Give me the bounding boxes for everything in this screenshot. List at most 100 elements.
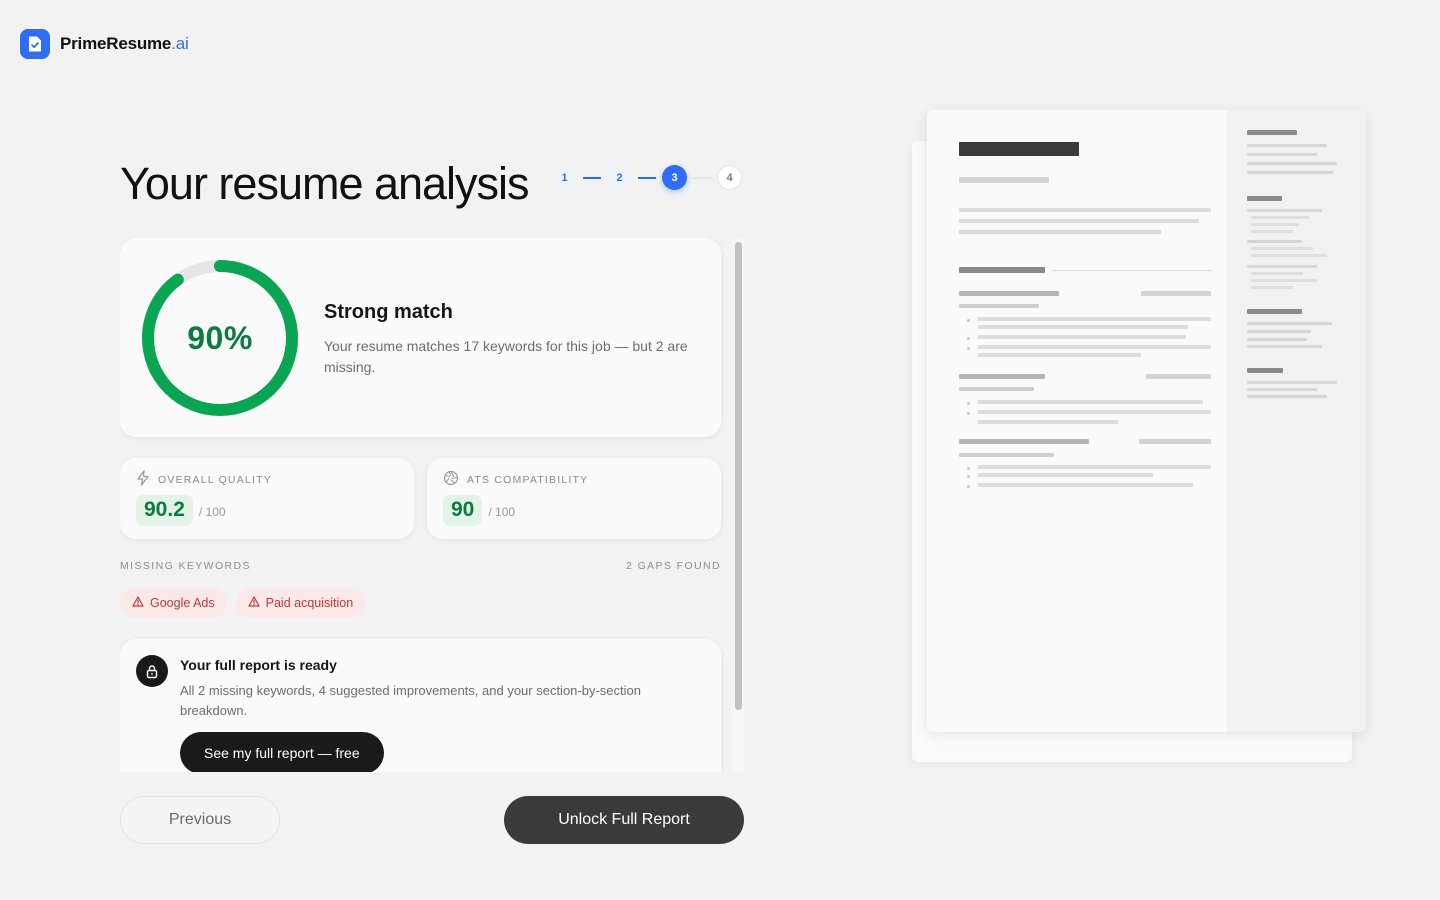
resume-line <box>978 410 1211 414</box>
warning-triangle-icon <box>132 596 144 610</box>
resume-line <box>1247 322 1332 325</box>
ats-compatibility-card: ATS COMPATIBILITY 90 / 100 <box>427 458 721 539</box>
brand-name: PrimeResume.ai <box>60 34 189 53</box>
ats-compatibility-max: / 100 <box>488 505 516 519</box>
resume-line <box>1247 265 1317 268</box>
aperture-icon <box>443 470 459 489</box>
resume-line <box>978 465 1211 469</box>
resume-bullet <box>967 412 970 415</box>
resume-line <box>1251 216 1309 219</box>
resume-line <box>1251 272 1303 275</box>
resume-line <box>1251 286 1293 289</box>
resume-line <box>978 483 1193 487</box>
step-2[interactable]: 2 <box>607 165 632 190</box>
resume-line <box>1139 439 1211 444</box>
resume-line <box>959 387 1034 391</box>
step-3[interactable]: 3 <box>662 165 687 190</box>
lightning-icon <box>136 470 150 489</box>
unlock-full-report-button[interactable]: Unlock Full Report <box>504 796 744 844</box>
resume-sidebar-heading <box>1247 196 1282 201</box>
ats-compatibility-label: ATS COMPATIBILITY <box>443 470 588 489</box>
step-1[interactable]: 1 <box>552 165 577 190</box>
scrollbar-thumb[interactable] <box>735 242 742 710</box>
resume-line <box>978 345 1211 349</box>
resume-sidebar-heading <box>1247 368 1283 373</box>
step-connector <box>638 176 656 179</box>
resume-line <box>1247 240 1302 243</box>
resume-preview <box>927 110 1366 732</box>
document-check-icon <box>20 29 50 59</box>
resume-line <box>959 439 1089 444</box>
resume-line <box>1247 381 1337 384</box>
resume-line <box>1247 388 1317 391</box>
keyword-chip: Paid acquisition <box>235 588 366 618</box>
overall-quality-value: 90.2 <box>136 495 193 526</box>
resume-bullet <box>967 402 970 405</box>
resume-line <box>1247 330 1311 333</box>
resume-section-heading <box>959 267 1045 273</box>
resume-line <box>959 374 1045 379</box>
resume-line <box>978 353 1141 357</box>
step-connector <box>693 176 711 179</box>
resume-bullet <box>967 337 970 340</box>
gaps-found-count: 2 GAPS FOUND <box>626 560 721 572</box>
resume-line <box>978 325 1188 329</box>
resume-line <box>959 177 1049 183</box>
missing-keywords-header: MISSING KEYWORDS 2 GAPS FOUND <box>120 560 721 572</box>
resume-line <box>1247 345 1322 348</box>
resume-divider <box>1052 270 1212 271</box>
resume-line <box>978 400 1203 404</box>
report-description: All 2 missing keywords, 4 suggested impr… <box>180 683 641 718</box>
progress-stepper: 1 2 3 4 <box>552 165 742 190</box>
see-full-report-button[interactable]: See my full report — free <box>180 732 384 772</box>
resume-line <box>1251 279 1317 282</box>
resume-line <box>1247 209 1322 212</box>
report-title: Your full report is ready <box>180 657 337 673</box>
resume-name-line <box>959 142 1079 156</box>
resume-line <box>1247 153 1317 156</box>
resume-line <box>959 453 1054 457</box>
resume-line <box>1247 338 1307 341</box>
resume-sidebar-heading <box>1247 309 1302 314</box>
resume-line <box>1251 230 1293 233</box>
resume-line <box>978 420 1118 424</box>
page-title: Your resume analysis <box>120 158 530 209</box>
resume-line <box>978 473 1153 477</box>
keyword-chip: Google Ads <box>120 588 227 618</box>
step-connector <box>583 176 601 179</box>
resume-line <box>1251 223 1299 226</box>
brand-logo[interactable]: PrimeResume.ai <box>20 29 189 59</box>
overall-quality-label: OVERALL QUALITY <box>136 470 272 489</box>
resume-line <box>1247 395 1327 398</box>
resume-line <box>959 219 1199 223</box>
missing-keywords-list: Google Ads Paid acquisition <box>120 588 366 618</box>
step-4[interactable]: 4 <box>717 165 742 190</box>
resume-bullet <box>967 467 970 470</box>
previous-button[interactable]: Previous <box>120 796 280 844</box>
lock-icon <box>136 655 168 687</box>
resume-preview-sidebar <box>1227 110 1366 732</box>
resume-line <box>959 208 1211 212</box>
full-report-card: Your full report is ready All 2 missing … <box>120 639 721 772</box>
resume-bullet <box>967 347 970 350</box>
resume-line <box>1247 171 1333 174</box>
ats-compatibility-value: 90 <box>443 495 483 526</box>
overall-quality-max: / 100 <box>198 505 226 519</box>
resume-line <box>959 230 1161 234</box>
resume-line <box>978 317 1211 321</box>
missing-keywords-heading: MISSING KEYWORDS <box>120 560 251 572</box>
overall-quality-card: OVERALL QUALITY 90.2 / 100 <box>120 458 414 539</box>
resume-line <box>1146 374 1211 379</box>
resume-bullet <box>967 319 970 322</box>
match-card: 90% Strong match Your resume matches 17 … <box>120 238 721 437</box>
resume-line <box>1251 254 1327 257</box>
resume-line <box>959 304 1039 308</box>
resume-line <box>1247 162 1337 165</box>
match-percent: 90% <box>187 319 253 356</box>
warning-triangle-icon <box>248 596 260 610</box>
resume-line <box>1251 247 1313 250</box>
overall-quality-score: 90.2 / 100 <box>136 495 226 526</box>
resume-bullet <box>967 475 970 478</box>
analysis-scroll-area[interactable]: 90% Strong match Your resume matches 17 … <box>120 238 744 772</box>
scrollbar-track[interactable] <box>732 238 744 772</box>
